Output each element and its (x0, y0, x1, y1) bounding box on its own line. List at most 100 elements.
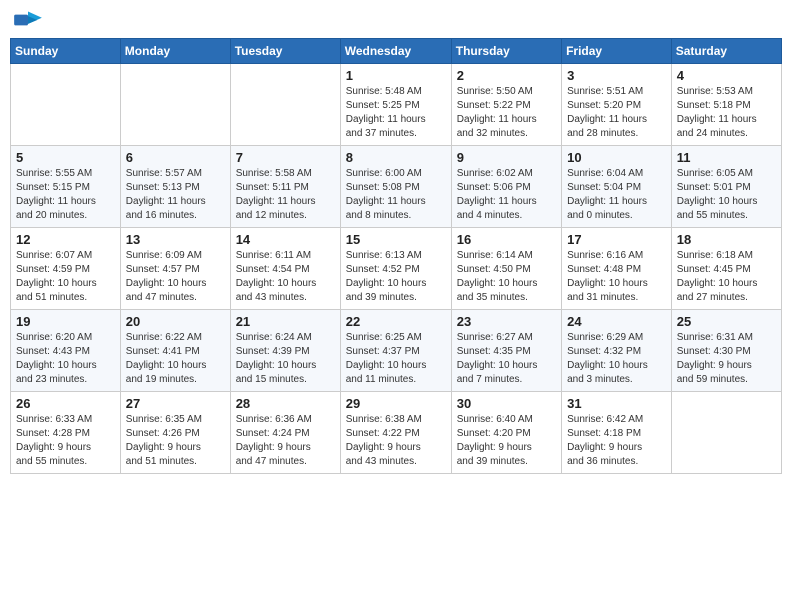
day-number: 17 (567, 232, 666, 247)
calendar-cell: 18 Sunrise: 6:18 AM Sunset: 4:45 PM Dayli… (671, 228, 781, 310)
day-info: Sunrise: 6:35 AM Sunset: 4:26 PM Dayligh… (126, 413, 225, 469)
calendar-cell: 5Sunrise: 5:55 AM Sunset: 5:15 PM Daylig… (11, 146, 121, 228)
day-number: 12 (16, 232, 115, 247)
day-number: 20 (126, 314, 225, 329)
day-info: Sunrise: 6:02 AM Sunset: 5:06 PM Dayligh… (457, 167, 556, 223)
calendar-cell: 9 Sunrise: 6:02 AM Sunset: 5:06 PM Daylig… (451, 146, 561, 228)
weekday-header-wednesday: Wednesday (340, 39, 451, 64)
day-info: Sunrise: 6:14 AM Sunset: 4:50 PM Dayligh… (457, 249, 556, 305)
day-info: Sunrise: 6:05 AM Sunset: 5:01 PM Dayligh… (677, 167, 776, 223)
calendar-cell: 30 Sunrise: 6:40 AM Sunset: 4:20 PM Dayli… (451, 392, 561, 474)
logo-icon (14, 10, 42, 30)
day-info: Sunrise: 6:38 AM Sunset: 4:22 PM Dayligh… (346, 413, 446, 469)
day-number: 24 (567, 314, 666, 329)
day-info: Sunrise: 5:48 AM Sunset: 5:25 PM Dayligh… (346, 85, 446, 141)
day-number: 9 (457, 150, 556, 165)
day-info: Sunrise: 6:31 AM Sunset: 4:30 PM Dayligh… (677, 331, 776, 387)
calendar-cell (11, 64, 121, 146)
calendar-cell: 26Sunrise: 6:33 AM Sunset: 4:28 PM Dayli… (11, 392, 121, 474)
day-info: Sunrise: 6:29 AM Sunset: 4:32 PM Dayligh… (567, 331, 666, 387)
day-number: 7 (236, 150, 335, 165)
day-info: Sunrise: 5:50 AM Sunset: 5:22 PM Dayligh… (457, 85, 556, 141)
calendar-week-3: 12 Sunrise: 6:07 AM Sunset: 4:59 PM Dayli… (11, 228, 782, 310)
day-info: Sunrise: 6:09 AM Sunset: 4:57 PM Dayligh… (126, 249, 225, 305)
day-info: Sunrise: 6:36 AM Sunset: 4:24 PM Dayligh… (236, 413, 335, 469)
day-number: 31 (567, 396, 666, 411)
day-info: Sunrise: 6:00 AM Sunset: 5:08 PM Dayligh… (346, 167, 446, 223)
calendar-cell (671, 392, 781, 474)
day-info: Sunrise: 6:24 AM Sunset: 4:39 PM Dayligh… (236, 331, 335, 387)
calendar-cell: 11 Sunrise: 6:05 AM Sunset: 5:01 PM Dayli… (671, 146, 781, 228)
page-header (10, 10, 782, 30)
day-info: Sunrise: 6:20 AM Sunset: 4:43 PM Dayligh… (16, 331, 115, 387)
calendar-cell: 28 Sunrise: 6:36 AM Sunset: 4:24 PM Dayli… (230, 392, 340, 474)
day-info: Sunrise: 6:25 AM Sunset: 4:37 PM Dayligh… (346, 331, 446, 387)
day-number: 1 (346, 68, 446, 83)
calendar-cell: 2 Sunrise: 5:50 AM Sunset: 5:22 PM Daylig… (451, 64, 561, 146)
day-number: 18 (677, 232, 776, 247)
weekday-header-thursday: Thursday (451, 39, 561, 64)
calendar-week-2: 5Sunrise: 5:55 AM Sunset: 5:15 PM Daylig… (11, 146, 782, 228)
day-number: 26 (16, 396, 115, 411)
calendar-cell: 22 Sunrise: 6:25 AM Sunset: 4:37 PM Dayli… (340, 310, 451, 392)
day-info: Sunrise: 5:51 AM Sunset: 5:20 PM Dayligh… (567, 85, 666, 141)
day-number: 30 (457, 396, 556, 411)
calendar-table: SundayMondayTuesdayWednesdayThursdayFrid… (10, 38, 782, 474)
calendar-cell: 1 Sunrise: 5:48 AM Sunset: 5:25 PM Daylig… (340, 64, 451, 146)
calendar-cell: 7 Sunrise: 5:58 AM Sunset: 5:11 PM Daylig… (230, 146, 340, 228)
calendar-cell: 24 Sunrise: 6:29 AM Sunset: 4:32 PM Dayli… (562, 310, 672, 392)
calendar-cell: 6Sunrise: 5:57 AM Sunset: 5:13 PM Daylig… (120, 146, 230, 228)
calendar-cell: 12 Sunrise: 6:07 AM Sunset: 4:59 PM Dayli… (11, 228, 121, 310)
day-number: 13 (126, 232, 225, 247)
day-info: Sunrise: 6:18 AM Sunset: 4:45 PM Dayligh… (677, 249, 776, 305)
calendar-cell: 16 Sunrise: 6:14 AM Sunset: 4:50 PM Dayli… (451, 228, 561, 310)
calendar-cell: 19 Sunrise: 6:20 AM Sunset: 4:43 PM Dayli… (11, 310, 121, 392)
day-info: Sunrise: 6:07 AM Sunset: 4:59 PM Dayligh… (16, 249, 115, 305)
day-info: Sunrise: 6:13 AM Sunset: 4:52 PM Dayligh… (346, 249, 446, 305)
calendar-cell (230, 64, 340, 146)
calendar-cell: 15 Sunrise: 6:13 AM Sunset: 4:52 PM Dayli… (340, 228, 451, 310)
day-number: 25 (677, 314, 776, 329)
weekday-header-saturday: Saturday (671, 39, 781, 64)
calendar-cell: 21Sunrise: 6:24 AM Sunset: 4:39 PM Dayli… (230, 310, 340, 392)
day-info: Sunrise: 6:22 AM Sunset: 4:41 PM Dayligh… (126, 331, 225, 387)
weekday-header-monday: Monday (120, 39, 230, 64)
day-number: 4 (677, 68, 776, 83)
day-number: 15 (346, 232, 446, 247)
calendar-cell: 8 Sunrise: 6:00 AM Sunset: 5:08 PM Daylig… (340, 146, 451, 228)
day-number: 3 (567, 68, 666, 83)
calendar-cell: 3 Sunrise: 5:51 AM Sunset: 5:20 PM Daylig… (562, 64, 672, 146)
day-info: Sunrise: 6:16 AM Sunset: 4:48 PM Dayligh… (567, 249, 666, 305)
day-number: 22 (346, 314, 446, 329)
day-number: 10 (567, 150, 666, 165)
day-info: Sunrise: 6:11 AM Sunset: 4:54 PM Dayligh… (236, 249, 335, 305)
calendar-cell: 17 Sunrise: 6:16 AM Sunset: 4:48 PM Dayli… (562, 228, 672, 310)
weekday-header-tuesday: Tuesday (230, 39, 340, 64)
calendar-cell: 23 Sunrise: 6:27 AM Sunset: 4:35 PM Dayli… (451, 310, 561, 392)
day-number: 23 (457, 314, 556, 329)
calendar-week-1: 1 Sunrise: 5:48 AM Sunset: 5:25 PM Daylig… (11, 64, 782, 146)
calendar-cell: 29 Sunrise: 6:38 AM Sunset: 4:22 PM Dayli… (340, 392, 451, 474)
calendar-cell (120, 64, 230, 146)
day-number: 2 (457, 68, 556, 83)
day-info: Sunrise: 6:04 AM Sunset: 5:04 PM Dayligh… (567, 167, 666, 223)
calendar-week-4: 19 Sunrise: 6:20 AM Sunset: 4:43 PM Dayli… (11, 310, 782, 392)
day-number: 19 (16, 314, 115, 329)
day-number: 16 (457, 232, 556, 247)
logo (14, 10, 46, 30)
weekday-header-row: SundayMondayTuesdayWednesdayThursdayFrid… (11, 39, 782, 64)
day-number: 27 (126, 396, 225, 411)
weekday-header-friday: Friday (562, 39, 672, 64)
day-info: Sunrise: 5:58 AM Sunset: 5:11 PM Dayligh… (236, 167, 335, 223)
day-number: 5 (16, 150, 115, 165)
day-number: 14 (236, 232, 335, 247)
calendar-cell: 31Sunrise: 6:42 AM Sunset: 4:18 PM Dayli… (562, 392, 672, 474)
day-number: 29 (346, 396, 446, 411)
day-info: Sunrise: 5:53 AM Sunset: 5:18 PM Dayligh… (677, 85, 776, 141)
day-number: 11 (677, 150, 776, 165)
day-number: 28 (236, 396, 335, 411)
day-info: Sunrise: 6:40 AM Sunset: 4:20 PM Dayligh… (457, 413, 556, 469)
day-info: Sunrise: 6:27 AM Sunset: 4:35 PM Dayligh… (457, 331, 556, 387)
day-number: 8 (346, 150, 446, 165)
calendar-cell: 13 Sunrise: 6:09 AM Sunset: 4:57 PM Dayli… (120, 228, 230, 310)
